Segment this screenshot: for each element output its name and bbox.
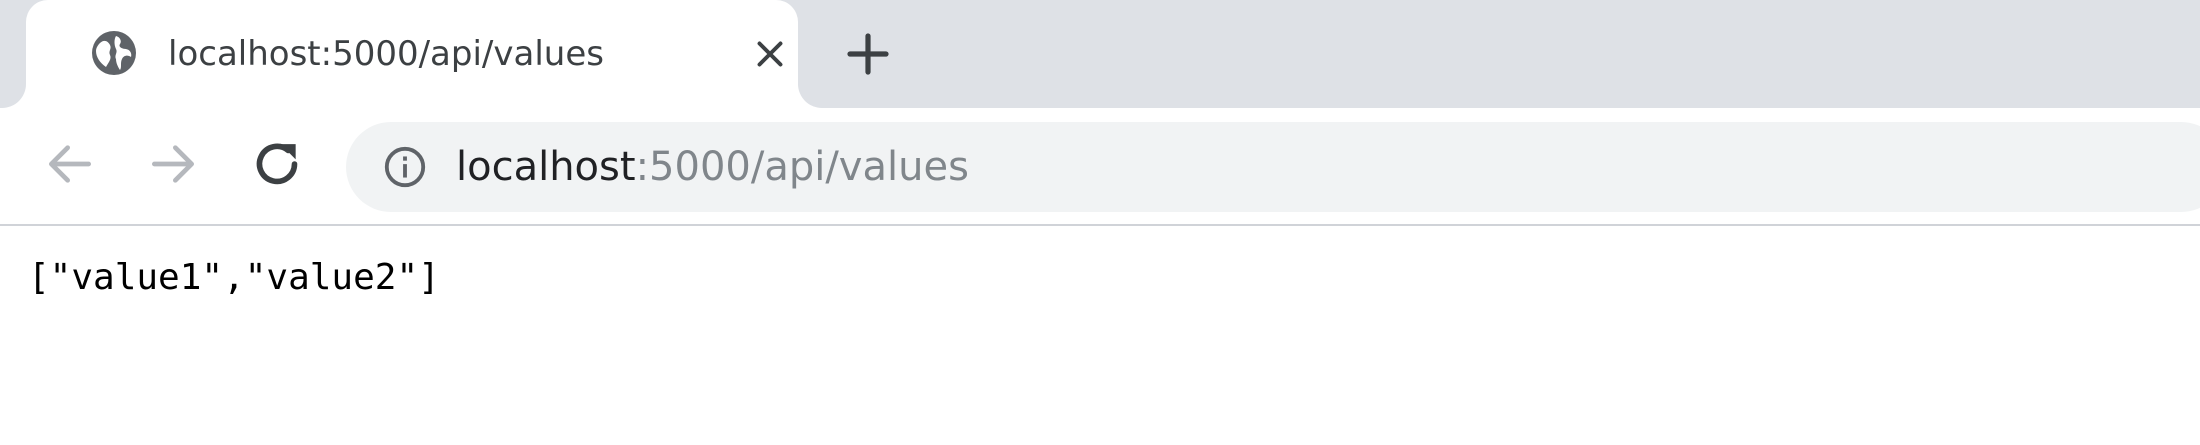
arrow-right-icon[interactable] (145, 136, 201, 192)
url-path: :5000/api/values (635, 144, 969, 190)
globe-icon (92, 31, 136, 75)
arrow-left-icon[interactable] (42, 136, 98, 192)
reload-icon[interactable] (249, 136, 305, 192)
address-bar[interactable]: localhost:5000/api/values (346, 122, 2200, 212)
browser-toolbar: localhost:5000/api/values (0, 108, 2200, 226)
url-text[interactable]: localhost:5000/api/values (456, 142, 969, 192)
url-host: localhost (456, 144, 636, 190)
close-icon[interactable] (752, 36, 788, 72)
tab-strip: localhost:5000/api/values (0, 0, 2200, 108)
plus-icon[interactable] (844, 30, 892, 78)
tab-active[interactable]: localhost:5000/api/values (26, 0, 798, 108)
info-icon[interactable] (382, 144, 428, 190)
tab-title: localhost:5000/api/values (168, 34, 604, 74)
json-response-body: ["value1","value2"] (28, 257, 440, 298)
